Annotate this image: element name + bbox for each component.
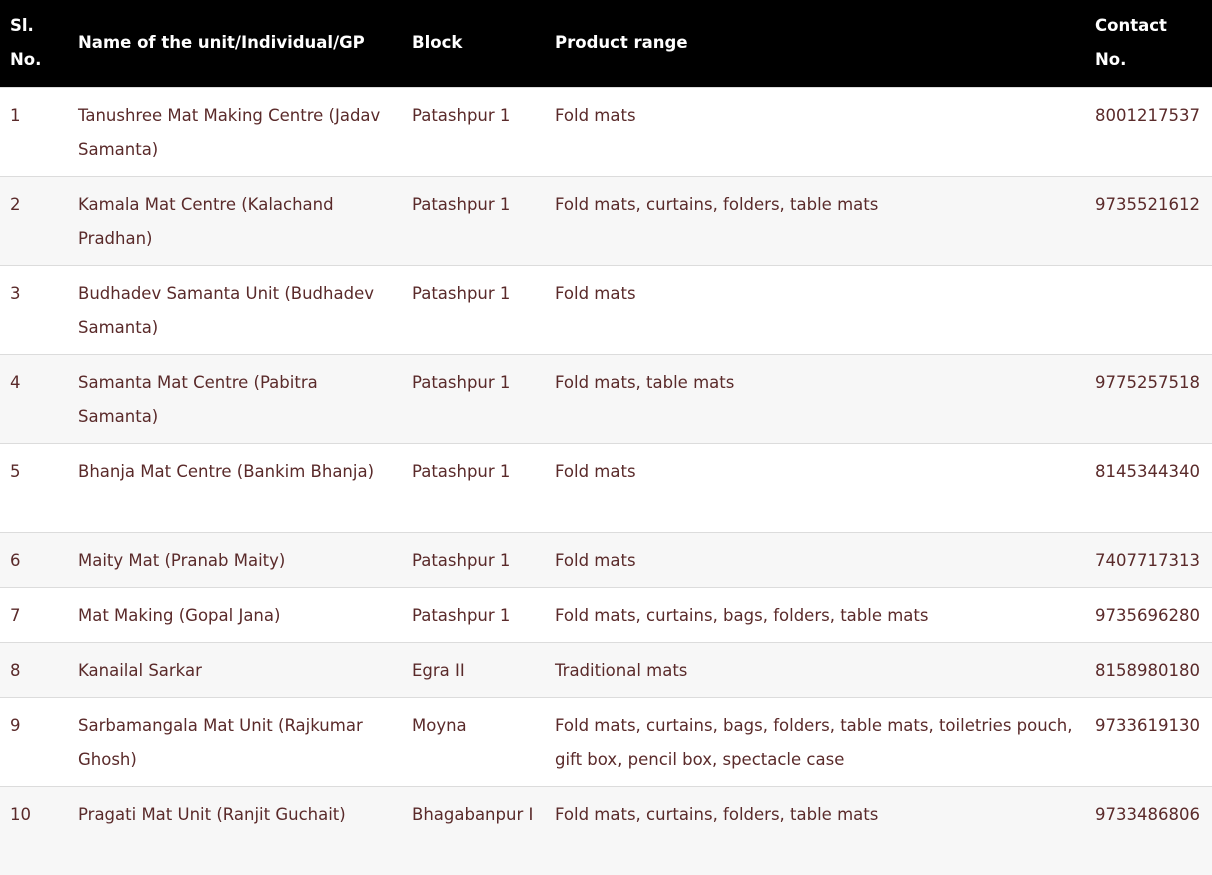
- cell-name: Kamala Mat Centre (Kalachand Pradhan): [78, 194, 334, 248]
- cell-sl-no: 7: [10, 605, 21, 625]
- cell-product-range: Fold mats: [555, 550, 636, 570]
- table-row: 9 Sarbamangala Mat Unit (Rajkumar Ghosh)…: [0, 697, 1212, 786]
- cell-block: Bhagabanpur I: [412, 804, 534, 824]
- cell-product-range: Fold mats, curtains, folders, table mats: [555, 804, 879, 824]
- cell-block: Egra II: [412, 660, 465, 680]
- cell-sl-no: 6: [10, 550, 21, 570]
- cell-sl-no: 2: [10, 194, 21, 214]
- cell-block: Patashpur 1: [412, 461, 511, 481]
- cell-name: Kanailal Sarkar: [78, 660, 202, 680]
- cell-sl-no: 3: [10, 283, 21, 303]
- table-row: 1 Tanushree Mat Making Centre (Jadav Sam…: [0, 87, 1212, 176]
- cell-name: Samanta Mat Centre (Pabitra Samanta): [78, 372, 318, 426]
- cell-name: Maity Mat (Pranab Maity): [78, 550, 286, 570]
- cell-product-range: Fold mats, curtains, bags, folders, tabl…: [555, 715, 1073, 769]
- cell-contact-no: [1083, 265, 1212, 354]
- cell-sl-no: 10: [10, 804, 31, 824]
- cell-block: Patashpur 1: [412, 372, 511, 392]
- cell-name: Mat Making (Gopal Jana): [78, 605, 281, 625]
- cell-contact-no: 9733486806: [1095, 804, 1200, 824]
- cell-name: Budhadev Samanta Unit (Budhadev Samanta): [78, 283, 374, 337]
- cell-name: Bhanja Mat Centre (Bankim Bhanja): [78, 461, 375, 481]
- table-row: 7 Mat Making (Gopal Jana) Patashpur 1 Fo…: [0, 587, 1212, 642]
- cell-product-range: Traditional mats: [555, 660, 688, 680]
- cell-product-range: Fold mats: [555, 461, 636, 481]
- table-row: 5 Bhanja Mat Centre (Bankim Bhanja) Pata…: [0, 443, 1212, 532]
- cell-contact-no: 8158980180: [1095, 660, 1200, 680]
- table-row: 3 Budhadev Samanta Unit (Budhadev Samant…: [0, 265, 1212, 354]
- cell-product-range: Fold mats, curtains, folders, table mats: [555, 194, 879, 214]
- header-contact-no: Contact No.: [1095, 16, 1167, 70]
- cell-product-range: Fold mats: [555, 105, 636, 125]
- cell-product-range: Fold mats, table mats: [555, 372, 735, 392]
- cell-product-range: Fold mats: [555, 283, 636, 303]
- cell-contact-no: 9735696280: [1095, 605, 1200, 625]
- cell-block: Moyna: [412, 715, 467, 735]
- cell-sl-no: 5: [10, 461, 21, 481]
- cell-sl-no: 4: [10, 372, 21, 392]
- table-row: 2 Kamala Mat Centre (Kalachand Pradhan) …: [0, 176, 1212, 265]
- table-header: Sl. No. Name of the unit/Individual/GP Bl…: [0, 0, 1212, 87]
- cell-contact-no: 9775257518: [1095, 372, 1200, 392]
- cell-block: Patashpur 1: [412, 283, 511, 303]
- table-row: 4 Samanta Mat Centre (Pabitra Samanta) P…: [0, 354, 1212, 443]
- table-row: 8 Kanailal Sarkar Egra II Traditional ma…: [0, 642, 1212, 697]
- table-row: 10 Pragati Mat Unit (Ranjit Guchait) Bha…: [0, 786, 1212, 875]
- cell-block: Patashpur 1: [412, 194, 511, 214]
- cell-product-range: Fold mats, curtains, bags, folders, tabl…: [555, 605, 929, 625]
- cell-contact-no: 8001217537: [1095, 105, 1200, 125]
- header-row: Sl. No. Name of the unit/Individual/GP Bl…: [0, 0, 1212, 87]
- cell-contact-no: 9735521612: [1095, 194, 1200, 214]
- table-body: 1 Tanushree Mat Making Centre (Jadav Sam…: [0, 87, 1212, 875]
- cell-name: Tanushree Mat Making Centre (Jadav Saman…: [78, 105, 381, 159]
- header-sl-no: Sl. No.: [10, 16, 42, 70]
- mat-units-table: Sl. No. Name of the unit/Individual/GP Bl…: [0, 0, 1212, 875]
- cell-sl-no: 8: [10, 660, 21, 680]
- cell-contact-no: 7407717313: [1095, 550, 1200, 570]
- cell-sl-no: 1: [10, 105, 21, 125]
- header-block: Block: [412, 33, 463, 53]
- cell-contact-no: 9733619130: [1095, 715, 1200, 735]
- cell-block: Patashpur 1: [412, 605, 511, 625]
- cell-sl-no: 9: [10, 715, 21, 735]
- cell-name: Sarbamangala Mat Unit (Rajkumar Ghosh): [78, 715, 363, 769]
- header-name: Name of the unit/Individual/GP: [78, 33, 365, 53]
- table-row: 6 Maity Mat (Pranab Maity) Patashpur 1 F…: [0, 532, 1212, 587]
- cell-block: Patashpur 1: [412, 550, 511, 570]
- cell-name: Pragati Mat Unit (Ranjit Guchait): [78, 804, 346, 824]
- header-product-range: Product range: [555, 33, 688, 53]
- cell-contact-no: 8145344340: [1095, 461, 1200, 481]
- cell-block: Patashpur 1: [412, 105, 511, 125]
